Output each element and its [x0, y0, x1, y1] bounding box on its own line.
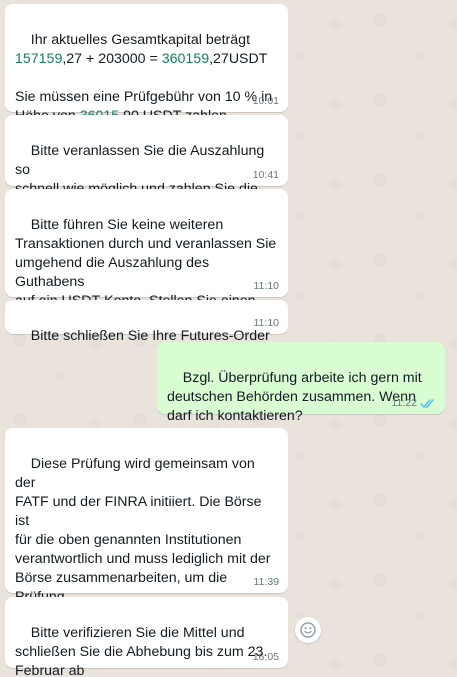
message-bubble-m5[interactable]: Bzgl. Überprüfung arbeite ich gern mit d… — [157, 342, 445, 424]
message-text: Bzgl. Überprüfung arbeite ich gern mit d… — [167, 370, 422, 424]
message-meta: 11:22 — [392, 397, 437, 409]
message-timestamp: 11:10 — [253, 280, 280, 292]
message-text: Ihr aktuelles Gesamtkapital beträgt 1571… — [15, 32, 273, 124]
emoji-reaction-button[interactable] — [295, 617, 321, 643]
message-bubble-m6[interactable]: Diese Prüfung wird gemeinsam von der FAT… — [5, 428, 288, 662]
message-timestamp: 11:39 — [253, 576, 280, 588]
message-timestamp: 11:10 — [253, 317, 280, 329]
message-text: Bitte verifizieren Sie die Mittel und sc… — [15, 625, 268, 677]
message-bubble-m1[interactable]: Ihr aktuelles Gesamtkapital beträgt 1571… — [5, 4, 288, 124]
message-timestamp: 11:22 — [391, 397, 418, 409]
smiley-icon — [300, 622, 316, 638]
chat-area: Ihr aktuelles Gesamtkapital beträgt 1571… — [0, 0, 457, 677]
message-bubble-m3[interactable]: Bitte führen Sie keine weiteren Transakt… — [5, 189, 288, 328]
message-bubble-m2[interactable]: Bitte veranlassen Sie die Auszahlung so … — [5, 115, 288, 216]
message-bubble-m4[interactable]: Bitte schließen Sie Ihre Futures-Order 1… — [5, 300, 288, 344]
message-timestamp: 16:05 — [252, 651, 279, 663]
message-bubble-m7[interactable]: Bitte verifizieren Sie die Mittel und sc… — [5, 597, 288, 677]
message-timestamp: 10:41 — [252, 169, 279, 181]
double-check-icon — [420, 398, 434, 408]
message-timestamp: 10:01 — [252, 95, 279, 107]
